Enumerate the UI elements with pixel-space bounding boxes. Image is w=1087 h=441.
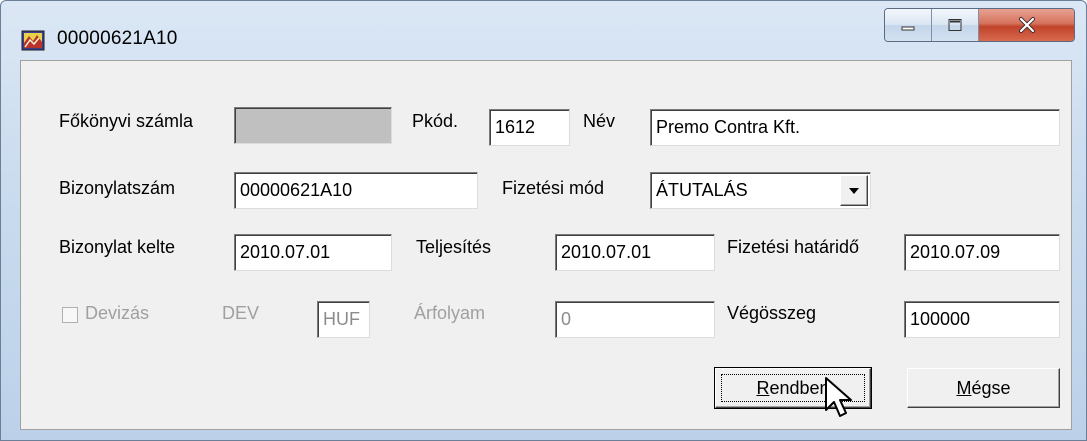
nev-field[interactable]: Premo Contra Kft. <box>650 109 1060 146</box>
devizas-label: Devizás <box>85 303 150 323</box>
dialog-window: 00000621A10 Főkönyvi számla Pkód. 1612 N… <box>0 0 1087 441</box>
fizetesi-mod-value: ÁTUTALÁS <box>656 180 748 200</box>
cancel-button[interactable]: Mégse <box>907 368 1060 408</box>
window-controls <box>884 8 1075 42</box>
devizas-checkbox[interactable] <box>62 307 78 323</box>
dialog-client-area: Főkönyvi számla Pkód. 1612 Név Premo Con… <box>20 60 1072 430</box>
window-title: 00000621A10 <box>57 28 178 49</box>
bizonylat-kelte-label: Bizonylat kelte <box>59 237 176 257</box>
fizetesi-mod-select[interactable]: ÁTUTALÁS <box>650 172 871 209</box>
dropdown-button[interactable] <box>840 175 868 206</box>
minimize-icon <box>901 26 915 31</box>
chevron-down-icon <box>849 187 859 194</box>
fizetesi-mod-label: Fizetési mód <box>502 178 605 198</box>
pkod-field[interactable]: 1612 <box>489 109 570 146</box>
dev-field[interactable]: HUF <box>317 301 370 338</box>
ok-button-label: Rendben <box>756 378 830 398</box>
title-bar[interactable]: 00000621A10 <box>1 1 1086 59</box>
maximize-button[interactable] <box>932 9 979 41</box>
bizonylatszam-label: Bizonylatszám <box>59 178 176 198</box>
bizonylat-kelte-field[interactable]: 2010.07.01 <box>234 234 392 271</box>
nev-label: Név <box>583 111 616 131</box>
pkod-label: Pkód. <box>412 111 459 131</box>
fizetesi-hatarido-label: Fizetési határidő <box>727 237 860 257</box>
close-icon <box>1018 17 1035 33</box>
arfolyam-label: Árfolyam <box>414 303 486 323</box>
maximize-icon <box>948 19 962 31</box>
fizetesi-hatarido-field[interactable]: 2010.07.09 <box>904 234 1060 271</box>
cancel-button-label: Mégse <box>956 378 1011 398</box>
mouse-cursor-icon <box>825 377 852 417</box>
bizonylatszam-field[interactable]: 00000621A10 <box>234 172 478 209</box>
dev-label: DEV <box>222 303 260 323</box>
arfolyam-field[interactable]: 0 <box>555 301 715 338</box>
fokonyvi-field[interactable] <box>234 107 392 144</box>
close-button[interactable] <box>979 9 1074 41</box>
vegosszeg-label: Végösszeg <box>727 303 817 323</box>
minimize-button[interactable] <box>885 9 932 41</box>
fokonyvi-label: Főkönyvi számla <box>59 111 194 131</box>
vegosszeg-field[interactable]: 100000 <box>904 301 1060 338</box>
teljesites-field[interactable]: 2010.07.01 <box>555 234 715 271</box>
teljesites-label: Teljesítés <box>416 237 492 257</box>
app-icon <box>21 28 45 52</box>
